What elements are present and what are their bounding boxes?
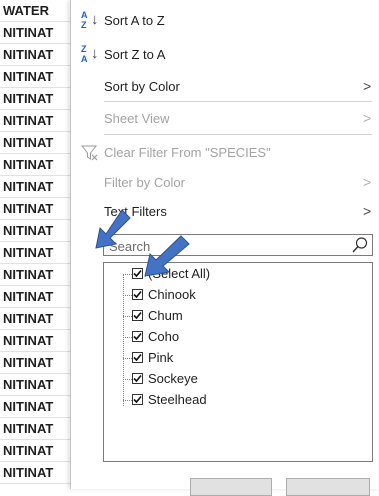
search-box [103,234,373,256]
sheet-cell[interactable]: NITINAT [0,198,70,220]
sort-a-to-z-item[interactable]: A Z ↓ Sort A to Z [71,6,379,36]
sheet-cell[interactable]: NITINAT [0,22,70,44]
sheet-cell[interactable]: NITINAT [0,462,70,484]
sheet-cell[interactable]: NITINAT [0,110,70,132]
list-item-label: (Select All) [148,266,211,281]
sheet-column: WATER NITINAT NITINAT NITINAT NITINAT NI… [0,0,70,489]
sheet-view-label: Sheet View [104,111,170,126]
sheet-cell[interactable]: NITINAT [0,396,70,418]
sort-a-to-z-label: Sort A to Z [104,13,165,28]
list-item-label: Coho [148,329,180,344]
sheet-cell[interactable]: NITINAT [0,220,70,242]
sheet-cell[interactable]: NITINAT [0,66,70,88]
submenu-arrow-icon: > [363,203,372,219]
submenu-arrow-icon: > [363,174,372,190]
sort-by-color-item[interactable]: Sort by Color > [71,72,379,102]
sheet-cell[interactable]: NITINAT [0,352,70,374]
list-item[interactable]: Chum [104,306,364,327]
sheet-cell[interactable]: NITINAT [0,88,70,110]
ok-button[interactable] [190,478,272,496]
tree-connector [123,358,132,359]
clear-filter-icon [81,145,98,161]
checkbox[interactable] [132,394,143,405]
list-item[interactable]: Steelhead [104,390,364,411]
checkbox[interactable] [132,352,143,363]
checkmark-icon [133,332,142,341]
sort-z-to-a-label: Sort Z to A [104,47,166,62]
submenu-arrow-icon: > [363,78,372,94]
tree-connector [123,295,132,296]
sheet-cell[interactable]: NITINAT [0,44,70,66]
text-filters-label: Text Filters [104,204,167,219]
sort-by-color-label: Sort by Color [104,79,180,94]
sheet-cell[interactable]: NITINAT [0,440,70,462]
clear-filter-item: Clear Filter From "SPECIES" [71,138,379,168]
clear-filter-label: Clear Filter From "SPECIES" [104,145,271,160]
search-input[interactable] [107,236,351,256]
tree-connector [123,379,132,380]
tree-connector [123,400,132,401]
tree-connector [123,274,132,275]
filter-by-color-label: Filter by Color [104,175,185,190]
list-item-label: Chum [148,308,183,323]
list-item[interactable]: Sockeye [104,369,364,390]
sheet-view-item: Sheet View > [71,104,379,134]
list-item-label: Chinook [148,287,196,302]
sort-ascending-icon: A Z ↓ [81,10,99,30]
sort-descending-icon: Z A ↓ [81,44,99,64]
sheet-cell[interactable]: NITINAT [0,176,70,198]
checkmark-icon [133,269,142,278]
list-item[interactable]: Coho [104,327,364,348]
checkmark-icon [133,353,142,362]
list-item-label: Sockeye [148,371,198,386]
menu-separator [104,101,372,102]
list-item[interactable]: Chinook [104,285,364,306]
sheet-cell[interactable]: NITINAT [0,418,70,440]
checkbox[interactable] [132,289,143,300]
checkmark-icon [133,290,142,299]
list-item-label: Pink [148,350,174,365]
submenu-arrow-icon: > [363,110,372,126]
sheet-cell[interactable]: NITINAT [0,374,70,396]
list-item-label: Steelhead [148,392,207,407]
sheet-cell[interactable]: NITINAT [0,264,70,286]
checkmark-icon [133,311,142,320]
list-item-select-all[interactable]: (Select All) [104,264,364,285]
sort-z-to-a-item[interactable]: Z A ↓ Sort Z to A [71,40,379,70]
search-icon [352,237,368,253]
menu-separator [104,134,372,135]
tree-connector [123,337,132,338]
checkbox[interactable] [132,310,143,321]
sheet-cell[interactable]: NITINAT [0,308,70,330]
list-item[interactable]: Pink [104,348,364,369]
checkmark-icon [133,395,142,404]
sheet-cell[interactable]: NITINAT [0,132,70,154]
sheet-cell[interactable]: NITINAT [0,242,70,264]
checkbox[interactable] [132,331,143,342]
checkmark-icon [133,374,142,383]
filter-values-list[interactable]: (Select All) Chinook Chum Coho Pink Sock… [103,262,373,462]
filter-by-color-item: Filter by Color > [71,168,379,198]
checkbox[interactable] [132,373,143,384]
text-filters-item[interactable]: Text Filters > [71,197,379,227]
sheet-cell[interactable]: NITINAT [0,154,70,176]
tree-connector [123,316,132,317]
checkbox[interactable] [132,268,143,279]
column-header[interactable]: WATER [0,0,70,22]
sheet-cell[interactable]: NITINAT [0,330,70,352]
cancel-button[interactable] [286,478,370,496]
sheet-cell[interactable]: NITINAT [0,286,70,308]
